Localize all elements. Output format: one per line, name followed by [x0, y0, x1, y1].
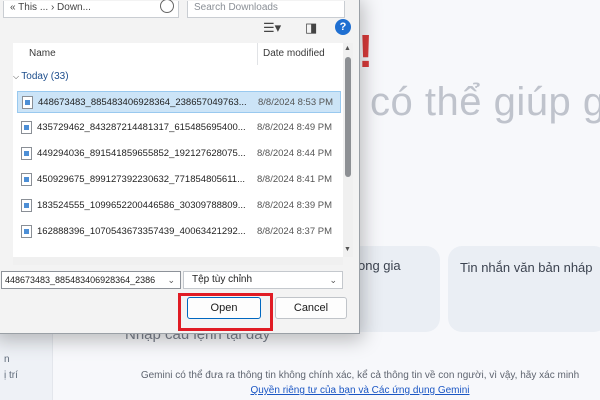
- file-type-select[interactable]: Tệp tùy chỉnh ⌄: [183, 271, 343, 289]
- disclaimer-text: Gemini có thể đưa ra thông tin không chí…: [140, 370, 580, 381]
- file-row[interactable]: 183524555_1099652200446586_30309788809..…: [17, 195, 341, 217]
- file-name-value: 448673483_885483406928364_2386: [5, 275, 156, 285]
- file-date: 8/8/2024 8:49 PM: [257, 122, 332, 133]
- column-header-name[interactable]: Name: [29, 43, 56, 65]
- file-name: 449294036_891541859655852_192127628075..…: [37, 148, 246, 159]
- file-list: Name Date modified ⌵ Today (33) 44867348…: [13, 43, 343, 257]
- preview-pane-icon[interactable]: ◨: [305, 21, 317, 35]
- image-file-icon: [22, 96, 33, 109]
- scroll-down-icon[interactable]: ▼: [344, 246, 351, 253]
- scroll-up-icon[interactable]: ▲: [344, 45, 351, 52]
- file-row[interactable]: 435729462_843287214481317_615485695400..…: [17, 117, 341, 139]
- view-list-icon[interactable]: ☰▾: [263, 21, 281, 35]
- group-label: Today (33): [21, 71, 69, 82]
- column-header-date[interactable]: Date modified: [263, 43, 325, 65]
- sidebar-text-1: n: [4, 354, 10, 365]
- file-name: 450929675_899127392230632_771854805611..…: [37, 174, 245, 185]
- file-name: 183524555_1099652200446586_30309788809..…: [37, 200, 246, 211]
- image-file-icon: [21, 199, 32, 212]
- file-date: 8/8/2024 8:39 PM: [257, 200, 332, 211]
- group-header-today[interactable]: ⌵ Today (33): [13, 71, 69, 82]
- suggestion-card-2[interactable]: Tin nhắn văn bản nháp: [448, 246, 600, 332]
- suggestion-card-1-label: ong gia: [358, 258, 401, 273]
- file-name-input[interactable]: 448673483_885483406928364_2386 ⌄: [1, 271, 181, 289]
- file-name: 162888396_1070543673357439_40063421292..…: [37, 226, 246, 237]
- image-file-icon: [21, 225, 32, 238]
- greeting-heading: có thể giúp g: [370, 80, 600, 124]
- sidebar-text-2[interactable]: ị trí: [4, 370, 18, 381]
- annotation-highlight-box: [178, 293, 273, 331]
- file-row[interactable]: 162888396_1070543673357439_40063421292..…: [17, 221, 341, 243]
- suggestion-card-2-label: Tin nhắn văn bản nháp: [460, 260, 593, 275]
- image-file-icon: [21, 173, 32, 186]
- file-type-value: Tệp tùy chỉnh: [192, 274, 253, 285]
- file-date: 8/8/2024 8:41 PM: [257, 174, 332, 185]
- file-date: 8/8/2024 8:53 PM: [258, 97, 333, 108]
- search-input[interactable]: Search Downloads: [187, 1, 345, 18]
- image-file-icon: [21, 121, 32, 134]
- address-bar[interactable]: « This ... › Down...: [3, 1, 179, 18]
- file-date: 8/8/2024 8:44 PM: [257, 148, 332, 159]
- image-file-icon: [21, 147, 32, 160]
- file-row[interactable]: 448673483_885483406928364_238657049763..…: [17, 91, 341, 113]
- file-name: 448673483_885483406928364_238657049763..…: [38, 97, 247, 108]
- column-separator[interactable]: [257, 43, 258, 65]
- open-file-dialog: « This ... › Down... Search Downloads ☰▾…: [0, 0, 360, 334]
- file-row[interactable]: 450929675_899127392230632_771854805611..…: [17, 169, 341, 191]
- greeting-mark: !: [358, 25, 374, 77]
- privacy-link[interactable]: Quyền riêng tư của bạn và Các ứng dụng G…: [250, 385, 469, 396]
- help-icon[interactable]: ?: [335, 19, 351, 35]
- file-name: 435729462_843287214481317_615485695400..…: [37, 122, 246, 133]
- horizontal-scrollbar[interactable]: [13, 257, 343, 265]
- chevron-down-icon[interactable]: ⌄: [167, 272, 175, 288]
- chevron-down-icon: ⌄: [329, 275, 337, 285]
- vertical-scrollbar[interactable]: ▲ ▼: [343, 43, 353, 257]
- scrollbar-thumb[interactable]: [345, 57, 351, 177]
- disclaimer-footer: Gemini có thể đưa ra thông tin không chí…: [120, 368, 600, 398]
- cancel-button[interactable]: Cancel: [275, 297, 347, 319]
- file-date: 8/8/2024 8:37 PM: [257, 226, 332, 237]
- file-row[interactable]: 449294036_891541859655852_192127628075..…: [17, 143, 341, 165]
